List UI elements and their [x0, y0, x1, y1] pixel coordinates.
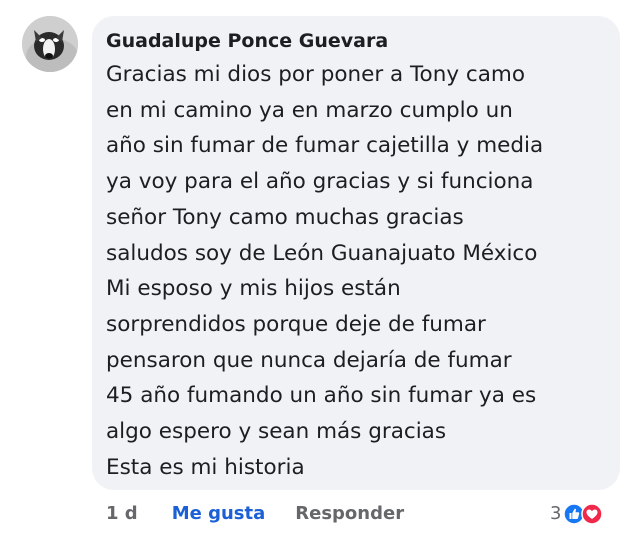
reaction-count: 3 — [550, 503, 562, 524]
love-reaction-icon — [581, 503, 604, 525]
comment-line: algo espero y sean más gracias — [106, 419, 447, 445]
comment-author[interactable]: Guadalupe Ponce Guevara — [106, 29, 606, 53]
avatar-image — [22, 16, 78, 72]
comment-line: año sin fumar de fumar cajetilla y media — [106, 133, 544, 159]
comment-actions: 1 d Me gusta Responder — [106, 500, 404, 528]
comment-line: Mi esposo y mis hijos están — [106, 276, 401, 302]
like-button[interactable]: Me gusta — [172, 500, 266, 528]
comment-line: señor Tony camo muchas gracias — [106, 204, 464, 230]
comment-line: pensaron que nunca dejaría de fumar — [106, 347, 512, 373]
reply-button[interactable]: Responder — [295, 500, 404, 528]
comment-line: Esta es mi historia — [106, 454, 305, 480]
comment-line: en mi camino ya en marzo cumplo un — [106, 97, 513, 123]
comment-timestamp[interactable]: 1 d — [106, 500, 138, 528]
comment-line: Gracias mi dios por poner a Tony camo — [106, 62, 525, 87]
comment-text: Gracias mi dios por poner a Tony camo en… — [106, 57, 606, 485]
reactions-summary[interactable]: 3 — [550, 500, 604, 528]
avatar[interactable] — [22, 16, 78, 72]
comment-line: ya voy para el año gracias y si funciona — [106, 169, 534, 195]
comment-line: sorprendidos porque deje de fumar — [106, 311, 486, 337]
comment-line: 45 año fumando un año sin fumar ya es — [106, 383, 537, 409]
comment-bubble: Guadalupe Ponce Guevara Gracias mi dios … — [92, 16, 620, 490]
comment-line: saludos soy de León Guanajuato México — [106, 240, 538, 266]
